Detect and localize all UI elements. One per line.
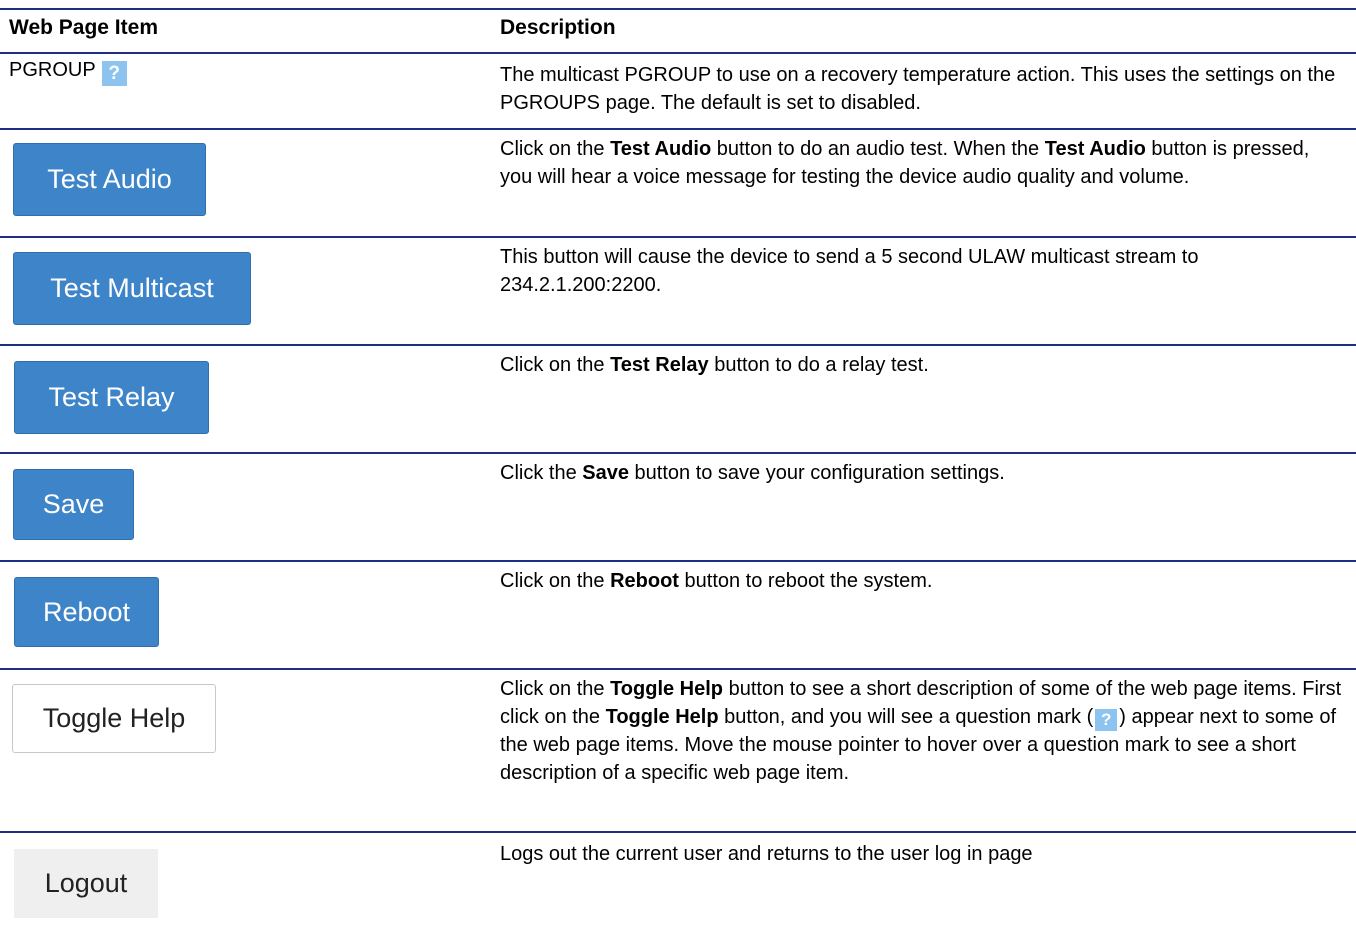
test-audio-description: Click on the Test Audio button to do an … (500, 135, 1345, 191)
description-text: Click on the (500, 678, 611, 700)
description-text: Click on the (500, 138, 611, 160)
reboot-button[interactable]: Reboot (14, 577, 159, 647)
description-text: button to reboot the system. (678, 570, 933, 592)
test-multicast-button[interactable]: Test Multicast (13, 252, 251, 325)
logout-button[interactable]: Logout (14, 849, 158, 918)
toggle-help-button[interactable]: Toggle Help (12, 684, 216, 753)
row-divider (0, 236, 1356, 238)
help-question-icon[interactable]: ? (101, 61, 127, 86)
reboot-description: Click on the Reboot button to reboot the… (500, 567, 1345, 595)
description-bold: Test Audio (610, 138, 712, 160)
save-description: Click the Save button to save your confi… (500, 459, 1345, 487)
toggle-help-description: Click on the Toggle Help button to see a… (500, 675, 1345, 787)
row-divider (0, 560, 1356, 562)
description-text: button, and you will see a question mark… (718, 706, 1094, 728)
description-bold: Reboot (610, 570, 679, 592)
description-bold: Test Audio (1044, 138, 1146, 160)
table-header-rule (0, 52, 1356, 54)
test-audio-button[interactable]: Test Audio (13, 143, 206, 216)
description-text: Click the (500, 462, 583, 484)
row-divider (0, 668, 1356, 670)
header-description: Description (500, 16, 616, 39)
description-text: Click on the (500, 354, 611, 376)
help-question-icon: ? (1095, 709, 1118, 731)
description-text: button to do a relay test. (708, 354, 929, 376)
description-text: button to save your configuration settin… (628, 462, 1005, 484)
description-bold: Save (582, 462, 629, 484)
description-text: Click on the (500, 570, 611, 592)
table-row-pgroup: PGROUP? (9, 59, 127, 86)
row-divider (0, 452, 1356, 454)
description-text: This button will cause the device to sen… (500, 246, 1199, 296)
row-divider (0, 344, 1356, 346)
description-bold: Toggle Help (605, 706, 719, 728)
table-top-rule (0, 8, 1356, 10)
logout-description: Logs out the current user and returns to… (500, 840, 1345, 868)
row-divider (0, 128, 1356, 130)
test-multicast-description: This button will cause the device to sen… (500, 243, 1345, 299)
description-bold: Toggle Help (610, 678, 724, 700)
header-web-page-item: Web Page Item (9, 16, 158, 39)
description-text: The multicast PGROUP to use on a recover… (500, 64, 1336, 114)
pgroup-label: PGROUP (9, 59, 96, 81)
description-bold: Test Relay (610, 354, 709, 376)
pgroup-description: The multicast PGROUP to use on a recover… (500, 61, 1345, 117)
row-divider (0, 831, 1356, 833)
description-text: button to do an audio test. When the (711, 138, 1045, 160)
test-relay-description: Click on the Test Relay button to do a r… (500, 351, 1345, 379)
description-text: Logs out the current user and returns to… (500, 843, 1033, 865)
test-relay-button[interactable]: Test Relay (14, 361, 209, 434)
save-button[interactable]: Save (13, 469, 134, 540)
